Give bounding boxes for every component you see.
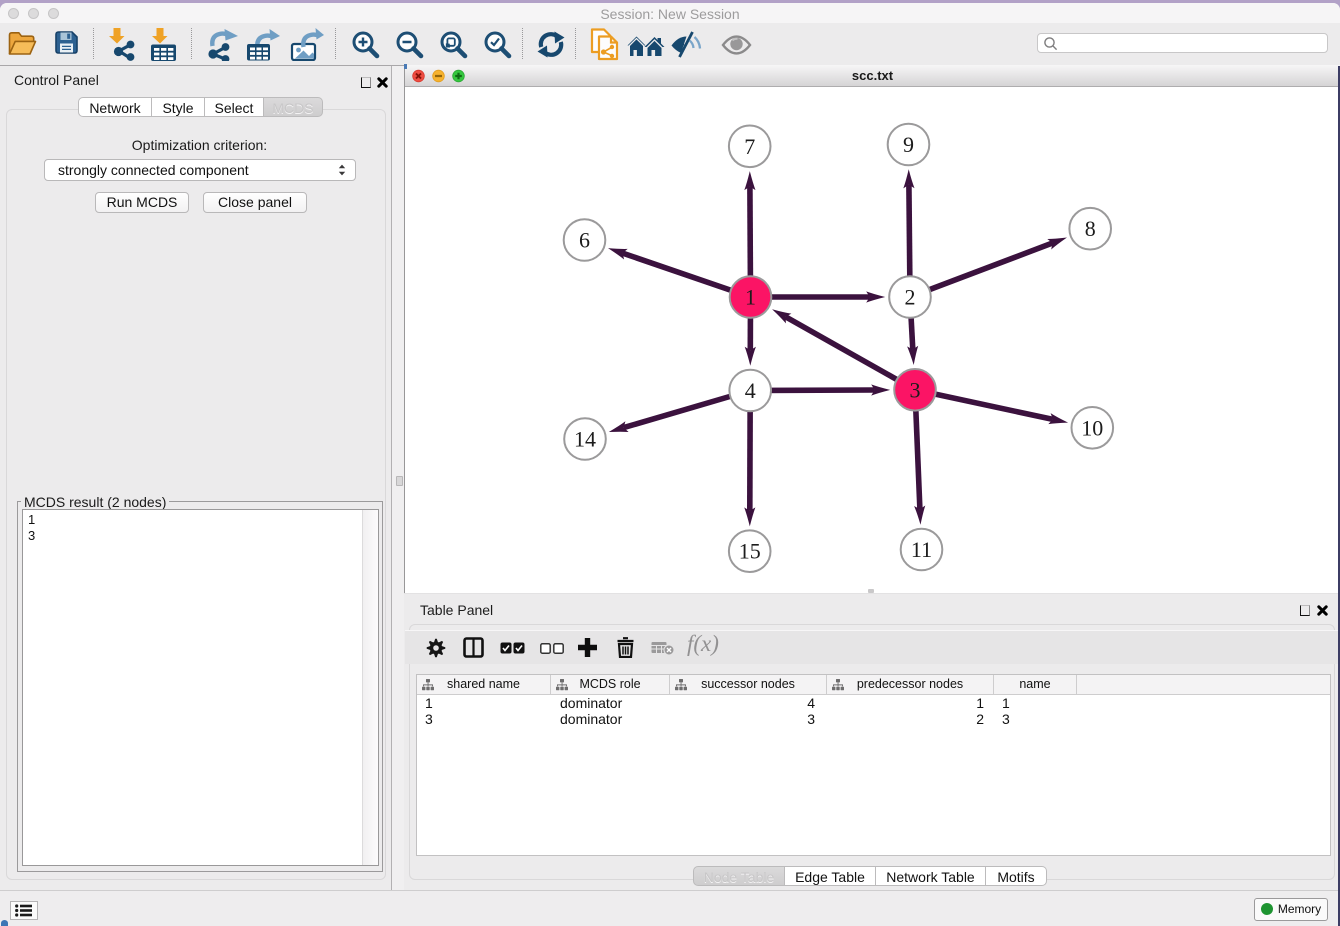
svg-text:2: 2 bbox=[905, 285, 916, 310]
svg-text:8: 8 bbox=[1085, 216, 1096, 241]
svg-text:7: 7 bbox=[744, 134, 755, 159]
svg-text:6: 6 bbox=[579, 228, 590, 253]
svg-text:10: 10 bbox=[1081, 415, 1103, 440]
svg-text:11: 11 bbox=[911, 537, 932, 562]
svg-text:14: 14 bbox=[574, 427, 596, 452]
svg-text:1: 1 bbox=[745, 285, 756, 310]
svg-text:15: 15 bbox=[739, 539, 761, 564]
svg-text:4: 4 bbox=[745, 378, 756, 403]
svg-text:9: 9 bbox=[903, 132, 914, 157]
svg-text:3: 3 bbox=[910, 377, 921, 402]
